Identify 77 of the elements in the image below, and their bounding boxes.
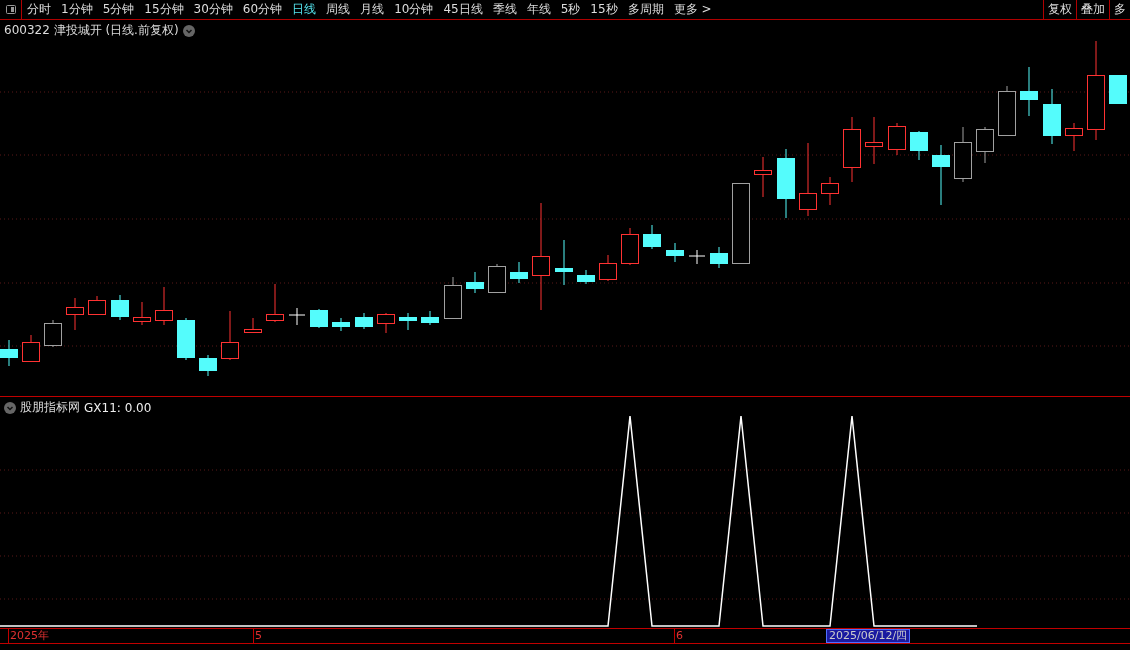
candlestick [177,317,195,361]
period-tab[interactable]: 60分钟 [237,1,288,18]
axis-label: 5 [253,629,262,643]
toolbar-button[interactable]: 多 [1109,0,1130,19]
candlestick [843,116,861,183]
candlestick [643,224,661,250]
period-tab[interactable]: 5分钟 [97,1,140,18]
indicator-value: GX11: 0.00 [84,400,152,415]
candlestick [288,307,306,326]
axis-label: 2025/06/12/四 [826,629,911,643]
candlestick [1065,122,1083,152]
candlestick [44,319,62,348]
toolbar-button[interactable]: 复权 [1043,0,1076,19]
candlestick [421,310,439,326]
candlestick [444,276,462,320]
candlestick [910,130,928,161]
candlestick [66,297,84,331]
candlestick [510,261,528,284]
candlestick [0,339,18,367]
candlestick [332,317,350,332]
candlestick [1109,74,1127,104]
candlestick [88,295,106,316]
period-tab[interactable]: 更多 > [668,1,717,18]
candlestick [466,271,484,294]
candlestick [888,122,906,156]
period-tab[interactable]: 1分钟 [56,1,98,18]
candlestick [777,148,795,219]
indicator-name: 股朋指标网 [20,399,80,416]
candlestick [865,116,883,165]
period-tab[interactable]: 月线 [355,1,390,18]
period-tab[interactable]: 日线 [287,1,322,18]
candlestick [488,263,506,294]
chevron-down-icon[interactable] [182,24,195,37]
period-tab[interactable]: 年线 [521,1,556,18]
candlestick [310,308,328,329]
candlestick [221,310,239,361]
candlestick [377,312,395,334]
candlestick [688,249,706,265]
axis-label: 2025年 [8,629,49,643]
candlestick [199,354,217,377]
period-tab[interactable]: 30分钟 [188,1,238,18]
candlestick [1020,66,1038,117]
period-tab[interactable]: 15秒 [585,1,623,18]
candlestick [932,144,950,206]
candlestick [954,126,972,183]
candlestick [621,227,639,266]
period-tab[interactable]: 季线 [487,1,522,18]
period-tab[interactable]: 45日线 [438,1,488,18]
candlestick [710,246,728,269]
candlestick [22,334,40,363]
candlestick [155,286,173,326]
candlestick [355,312,373,330]
period-tab[interactable]: 分时 [22,1,56,18]
candlestick [244,317,262,334]
candlestick [754,156,772,198]
candlestick [599,254,617,282]
chart-title: 600322 津投城开 (日线.前复权) [4,22,179,39]
candlestick [555,239,573,286]
period-tab[interactable]: 多周期 [622,1,669,18]
period-tab[interactable]: 15分钟 [139,1,189,18]
candlestick [399,312,417,331]
axis-label: 6 [674,629,683,643]
candlestick [266,283,284,323]
period-tab[interactable]: 周线 [321,1,356,18]
candlestick [821,176,839,206]
candlestick [1043,88,1061,145]
toolbar-button[interactable]: 叠加 [1076,0,1109,19]
panel-icon[interactable] [5,5,16,14]
candlestick [666,242,684,263]
chevron-down-icon[interactable] [4,401,16,414]
candlestick [111,294,129,321]
candlestick [998,85,1016,137]
candlestick [577,269,595,285]
period-tab[interactable]: 5秒 [555,1,586,18]
candlestick [133,301,151,326]
period-tab[interactable]: 10分钟 [389,1,439,18]
candlestick [976,126,994,164]
